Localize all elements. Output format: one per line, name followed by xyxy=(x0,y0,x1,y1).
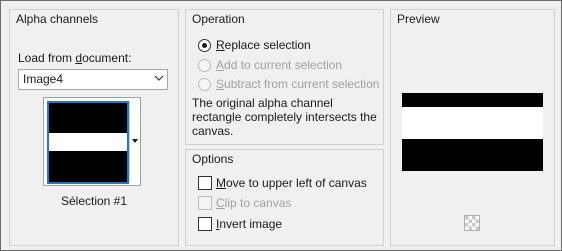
alpha-channel-thumbnail-list[interactable] xyxy=(43,97,141,186)
thumbnail-selection-band xyxy=(49,133,127,151)
alpha-channels-group: Alpha channels Load from document: Image… xyxy=(9,9,179,246)
radio-selected-dot xyxy=(202,43,207,48)
checkbox[interactable] xyxy=(198,176,212,190)
chevron-down-icon xyxy=(154,75,164,81)
preview-canvas xyxy=(402,93,543,171)
caret-down-icon xyxy=(132,139,138,143)
checkerboard-zoom-icon[interactable] xyxy=(464,215,480,231)
operation-description: The original alpha channel rectangle com… xyxy=(192,96,377,138)
document-dropdown[interactable]: Image4 xyxy=(18,69,168,90)
checkbox-label: Clip to canvas xyxy=(216,196,292,210)
operation-title: Operation xyxy=(192,12,245,26)
thumbnail-dropdown-button[interactable] xyxy=(129,101,140,182)
radio-label: Add to current selection xyxy=(216,58,343,72)
options-title: Options xyxy=(192,152,234,166)
alpha-channels-title: Alpha channels xyxy=(16,12,99,26)
document-dropdown-value: Image4 xyxy=(23,72,64,86)
radio-button[interactable] xyxy=(198,39,211,52)
checkbox[interactable] xyxy=(198,217,212,231)
preview-group: Preview xyxy=(390,9,555,246)
radio-button[interactable] xyxy=(198,59,211,72)
alpha-channel-thumbnail[interactable] xyxy=(47,101,129,184)
load-selection-dialog: Alpha channels Load from document: Image… xyxy=(0,0,562,251)
radio-button[interactable] xyxy=(198,78,211,91)
radio-label: Subtract from current selection xyxy=(216,77,380,91)
selection-name-label: Sélection #1 xyxy=(60,194,128,208)
options-group: Options Move to upper left of canvas Cli… xyxy=(185,149,384,246)
radio-label: Replace selection xyxy=(216,38,311,52)
checkbox[interactable] xyxy=(198,196,212,210)
checkbox-label: Move to upper left of canvas xyxy=(216,176,367,190)
load-from-document-label: Load from document: xyxy=(18,51,132,65)
preview-selection-band xyxy=(402,107,543,139)
operation-group: Operation Replace selection Add to curre… xyxy=(185,9,384,145)
preview-title: Preview xyxy=(397,12,440,26)
checkbox-label: Invert image xyxy=(216,217,283,231)
